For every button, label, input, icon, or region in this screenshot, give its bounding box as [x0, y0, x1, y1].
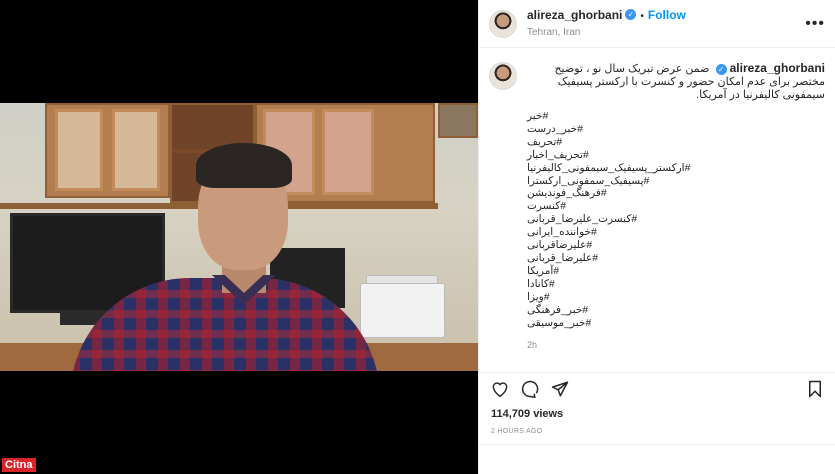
watermark-logo: Citna	[2, 458, 36, 472]
caption-text: alireza_ghorbani ✓ ضمن عرض تبریک سال نو …	[527, 62, 825, 102]
hashtag-link[interactable]: #فرهنگ_فوندیشن	[527, 187, 825, 200]
hashtag-link[interactable]: #ارکستر_پسیفیک_سیمفونی_کالیفرنیا	[527, 162, 825, 175]
separator-dot: •	[640, 10, 644, 22]
caption-avatar[interactable]	[489, 62, 517, 90]
caption-timestamp: 2h	[527, 340, 538, 351]
post-age: 2 HOURS AGO	[491, 428, 543, 435]
cabinet-glass-door	[322, 109, 374, 195]
hashtag-link[interactable]: #خواننده_ایرانی	[527, 226, 825, 239]
hashtag-link[interactable]: #خبر_موسیقی	[527, 317, 825, 330]
caption-username-link[interactable]: alireza_ghorbani	[730, 61, 825, 75]
post-header: alireza_ghorbani ✓ • Follow Tehran, Iran ••…	[479, 0, 835, 48]
video-frame[interactable]	[0, 103, 478, 371]
wall-art	[438, 103, 478, 138]
verified-badge-icon: ✓	[715, 63, 727, 75]
hashtag-link[interactable]: #کانادا	[527, 278, 825, 291]
instagram-post-view: Citna alireza_ghorbani ✓ • Follow Tehran, I…	[0, 0, 835, 474]
hashtag-link[interactable]: #پسیفیک_سمفونی_ارکسترا	[527, 175, 825, 188]
follow-button[interactable]: Follow	[648, 8, 686, 22]
comment-icon[interactable]	[519, 378, 541, 400]
bookmark-icon[interactable]	[804, 378, 826, 400]
hashtag-link[interactable]: #خبر_درست	[527, 123, 825, 136]
hashtag-link[interactable]: #کنسرت	[527, 200, 825, 213]
post-side-panel: alireza_ghorbani ✓ • Follow Tehran, Iran ••…	[478, 0, 835, 474]
location-link[interactable]: Tehran, Iran	[527, 26, 686, 40]
hashtag-link[interactable]: #کنسرت_علیرضا_قربانی	[527, 213, 825, 226]
post-media[interactable]: Citna	[0, 0, 478, 474]
view-count[interactable]: 114,709 views	[491, 408, 563, 420]
hashtag-link[interactable]: #علیرضاقربانی	[527, 239, 825, 252]
person-hair	[196, 143, 292, 188]
username-link[interactable]: alireza_ghorbani	[527, 8, 622, 22]
hashtag-link[interactable]: #آمریکا	[527, 265, 825, 278]
printer	[360, 283, 445, 338]
hashtag-list: #خبر #خبر_درست #تحریف #تحریف_اخبار #ارکس…	[527, 110, 825, 329]
hashtag-link[interactable]: #ویزا	[527, 291, 825, 304]
add-comment-section	[479, 444, 835, 474]
cabinet-glass-door	[112, 109, 160, 191]
hashtag-link[interactable]: #تحریف	[527, 136, 825, 149]
caption-body: alireza_ghorbani ✓ ضمن عرض تبریک سال نو …	[527, 62, 825, 368]
verified-badge-icon: ✓	[625, 8, 637, 20]
hashtag-link[interactable]: #تحریف_اخبار	[527, 149, 825, 162]
caption-area: alireza_ghorbani ✓ ضمن عرض تبریک سال نو …	[479, 48, 835, 368]
avatar[interactable]	[489, 9, 517, 38]
hashtag-link[interactable]: #خبر	[527, 110, 825, 123]
heart-icon[interactable]	[489, 378, 511, 400]
action-bar	[479, 372, 835, 404]
header-text: alireza_ghorbani ✓ • Follow Tehran, Iran	[527, 8, 686, 40]
more-options-icon[interactable]: •••	[805, 15, 825, 33]
hashtag-link[interactable]: #علیرضا_قربانی	[527, 252, 825, 265]
hashtag-link[interactable]: #خبر_فرهنگی	[527, 304, 825, 317]
cabinet-glass-door	[55, 109, 103, 191]
share-icon[interactable]	[549, 378, 571, 400]
